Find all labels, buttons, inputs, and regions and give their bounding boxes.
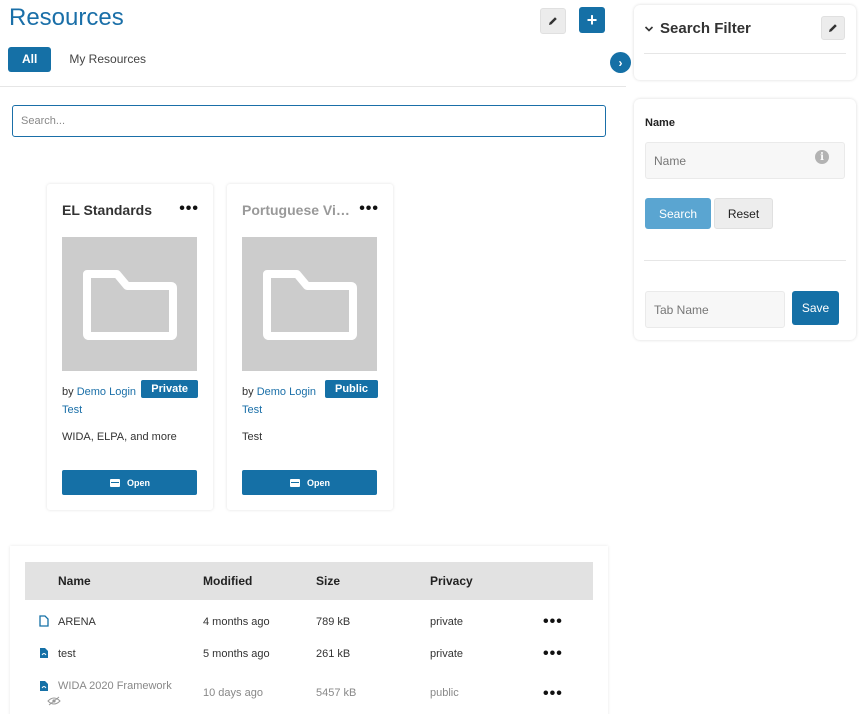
- file-privacy: private: [430, 616, 464, 628]
- search-button[interactable]: Search: [645, 198, 711, 229]
- row-more-menu[interactable]: •••: [543, 645, 563, 663]
- file-size: 261 kB: [316, 648, 351, 660]
- file-name[interactable]: ARENA: [58, 616, 96, 628]
- open-folder-icon: [289, 478, 300, 487]
- author-prefix: by: [62, 386, 74, 398]
- author-link-last[interactable]: Test: [242, 404, 262, 416]
- open-button-label: Open: [126, 477, 150, 488]
- folder-icon: [82, 270, 177, 340]
- author-prefix: by: [242, 386, 254, 398]
- row-more-menu[interactable]: •••: [543, 685, 563, 703]
- column-header-modified[interactable]: Modified: [203, 574, 252, 588]
- row-more-menu[interactable]: •••: [543, 613, 563, 631]
- card-author: by Demo Login Test: [242, 383, 322, 419]
- hidden-eye-icon: [47, 696, 61, 706]
- search-filter-panel: Search Filter: [634, 5, 856, 80]
- edit-page-button[interactable]: [540, 8, 566, 34]
- column-header-size[interactable]: Size: [316, 574, 340, 588]
- author-link-last[interactable]: Test: [62, 404, 82, 416]
- page-title: Resources: [9, 4, 124, 31]
- card-title[interactable]: EL Standards: [62, 202, 172, 218]
- author-link[interactable]: Demo Login: [77, 386, 136, 398]
- pdf-icon: [40, 681, 48, 691]
- tab-name-input[interactable]: [645, 291, 785, 328]
- resource-card[interactable]: Portuguese Vid... ••• by Demo Login Test…: [227, 184, 393, 510]
- pencil-icon: [549, 17, 557, 25]
- column-header-privacy[interactable]: Privacy: [430, 574, 473, 588]
- tab-all[interactable]: All: [8, 46, 52, 72]
- card-more-menu[interactable]: •••: [359, 200, 379, 218]
- resource-tabs: All My Resources: [8, 46, 160, 72]
- filter-form-panel: Name i Search Reset Save: [634, 99, 856, 340]
- save-button[interactable]: Save: [792, 291, 839, 325]
- tab-my-resources[interactable]: My Resources: [55, 46, 160, 72]
- info-icon[interactable]: i: [815, 150, 829, 164]
- file-name[interactable]: WIDA 2020 Framework: [58, 680, 172, 692]
- file-size: 5457 kB: [316, 687, 357, 699]
- file-name[interactable]: test: [58, 648, 76, 660]
- card-more-menu[interactable]: •••: [179, 200, 199, 218]
- privacy-badge: Public: [324, 380, 378, 398]
- open-button[interactable]: Open: [242, 470, 377, 495]
- file-privacy: private: [430, 648, 464, 660]
- card-title[interactable]: Portuguese Vid...: [242, 202, 352, 218]
- card-description: WIDA, ELPA, and more: [62, 431, 177, 443]
- card-author: by Demo Login Test: [62, 383, 142, 419]
- header-divider: [0, 86, 626, 87]
- card-thumbnail: [62, 237, 197, 371]
- edit-filter-button[interactable]: [821, 16, 845, 40]
- open-button-label: Open: [306, 477, 330, 488]
- reset-button[interactable]: Reset: [714, 198, 773, 229]
- resource-card[interactable]: EL Standards ••• by Demo Login Test Priv…: [47, 184, 213, 510]
- search-input[interactable]: [12, 105, 606, 137]
- name-label: Name: [645, 117, 675, 129]
- pdf-icon: [40, 648, 48, 658]
- file-table: Name Modified Size Privacy ARENA 4 month…: [10, 546, 608, 714]
- file-privacy: public: [430, 687, 459, 699]
- file-modified: 4 months ago: [203, 616, 270, 628]
- toggle-filter-panel-button[interactable]: ›: [610, 52, 631, 73]
- add-resource-button[interactable]: +: [579, 7, 605, 33]
- column-header-name[interactable]: Name: [58, 574, 91, 588]
- table-row[interactable]: test 5 months ago 261 kB private •••: [25, 639, 593, 671]
- open-folder-icon: [109, 478, 120, 487]
- file-modified: 10 days ago: [203, 687, 263, 699]
- open-button[interactable]: Open: [62, 470, 197, 495]
- privacy-badge: Private: [141, 380, 198, 398]
- search-filter-header[interactable]: Search Filter: [644, 20, 751, 37]
- divider: [644, 260, 846, 261]
- table-row[interactable]: ARENA 4 months ago 789 kB private •••: [25, 607, 593, 639]
- file-icon: [39, 615, 49, 627]
- file-modified: 5 months ago: [203, 648, 270, 660]
- pencil-icon: [829, 24, 837, 32]
- file-size: 789 kB: [316, 616, 351, 628]
- divider: [644, 53, 846, 54]
- card-description: Test: [242, 431, 263, 443]
- table-header: Name Modified Size Privacy: [25, 562, 593, 600]
- search-filter-title: Search Filter: [660, 20, 751, 37]
- author-link[interactable]: Demo Login: [257, 386, 316, 398]
- table-row[interactable]: WIDA 2020 Framework 10 days ago 5457 kB …: [25, 677, 593, 709]
- card-thumbnail: [242, 237, 377, 371]
- chevron-down-icon: [644, 25, 654, 32]
- folder-icon: [262, 270, 357, 340]
